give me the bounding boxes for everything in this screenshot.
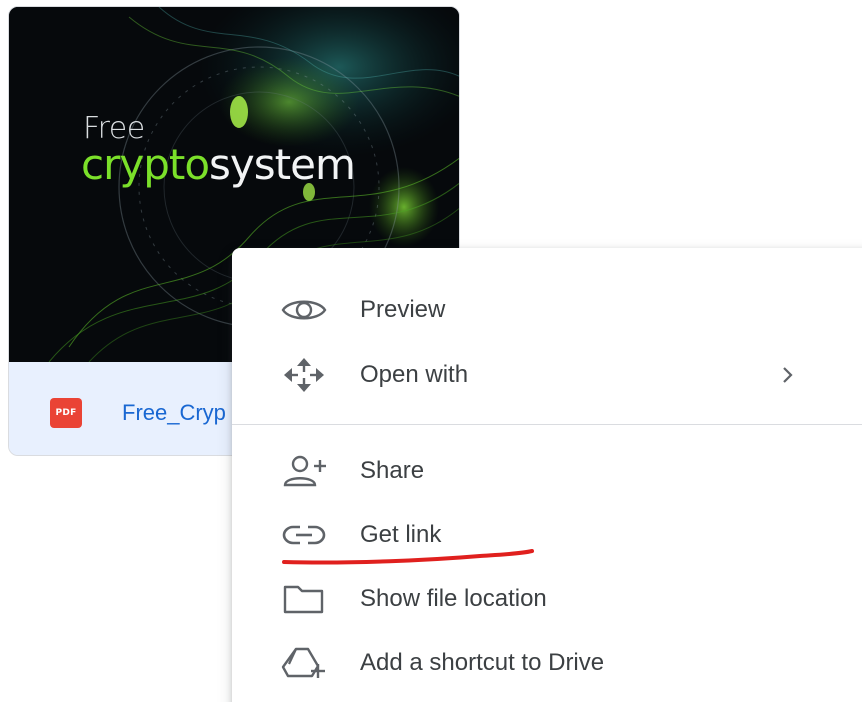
menu-label-add-shortcut: Add a shortcut to Drive (360, 649, 605, 676)
person-add-icon (280, 454, 328, 488)
link-icon (280, 518, 328, 552)
menu-item-share[interactable]: Share (232, 439, 862, 503)
menu-label-open-with: Open with (360, 361, 469, 388)
drive-shortcut-icon (280, 646, 328, 680)
thumbnail-title-system: system (209, 140, 356, 189)
menu-item-preview[interactable]: Preview (232, 278, 862, 342)
move-arrows-icon (280, 358, 328, 392)
drive-page: Free cryptosystem PDF Free_Cryp Preview (0, 0, 862, 702)
file-name[interactable]: Free_Cryp (122, 400, 226, 426)
thumbnail-title: cryptosystem (81, 140, 356, 189)
chevron-right-icon (780, 363, 796, 387)
context-menu: Preview Open with Share Get link Show fi… (232, 248, 862, 702)
menu-item-open-with[interactable]: Open with (232, 343, 862, 407)
menu-label-share: Share (360, 457, 425, 484)
menu-item-get-link[interactable]: Get link (232, 503, 862, 567)
menu-item-add-shortcut[interactable]: Add a shortcut to Drive (232, 631, 862, 695)
folder-icon (280, 582, 328, 616)
thumbnail-title-crypto: crypto (81, 140, 210, 189)
menu-label-preview: Preview (360, 296, 446, 323)
menu-label-get-link: Get link (360, 521, 442, 548)
eye-icon (280, 293, 328, 327)
menu-divider (232, 424, 862, 425)
menu-label-show-file-location: Show file location (360, 585, 547, 612)
menu-item-show-file-location[interactable]: Show file location (232, 567, 862, 631)
pdf-icon: PDF (50, 398, 82, 428)
